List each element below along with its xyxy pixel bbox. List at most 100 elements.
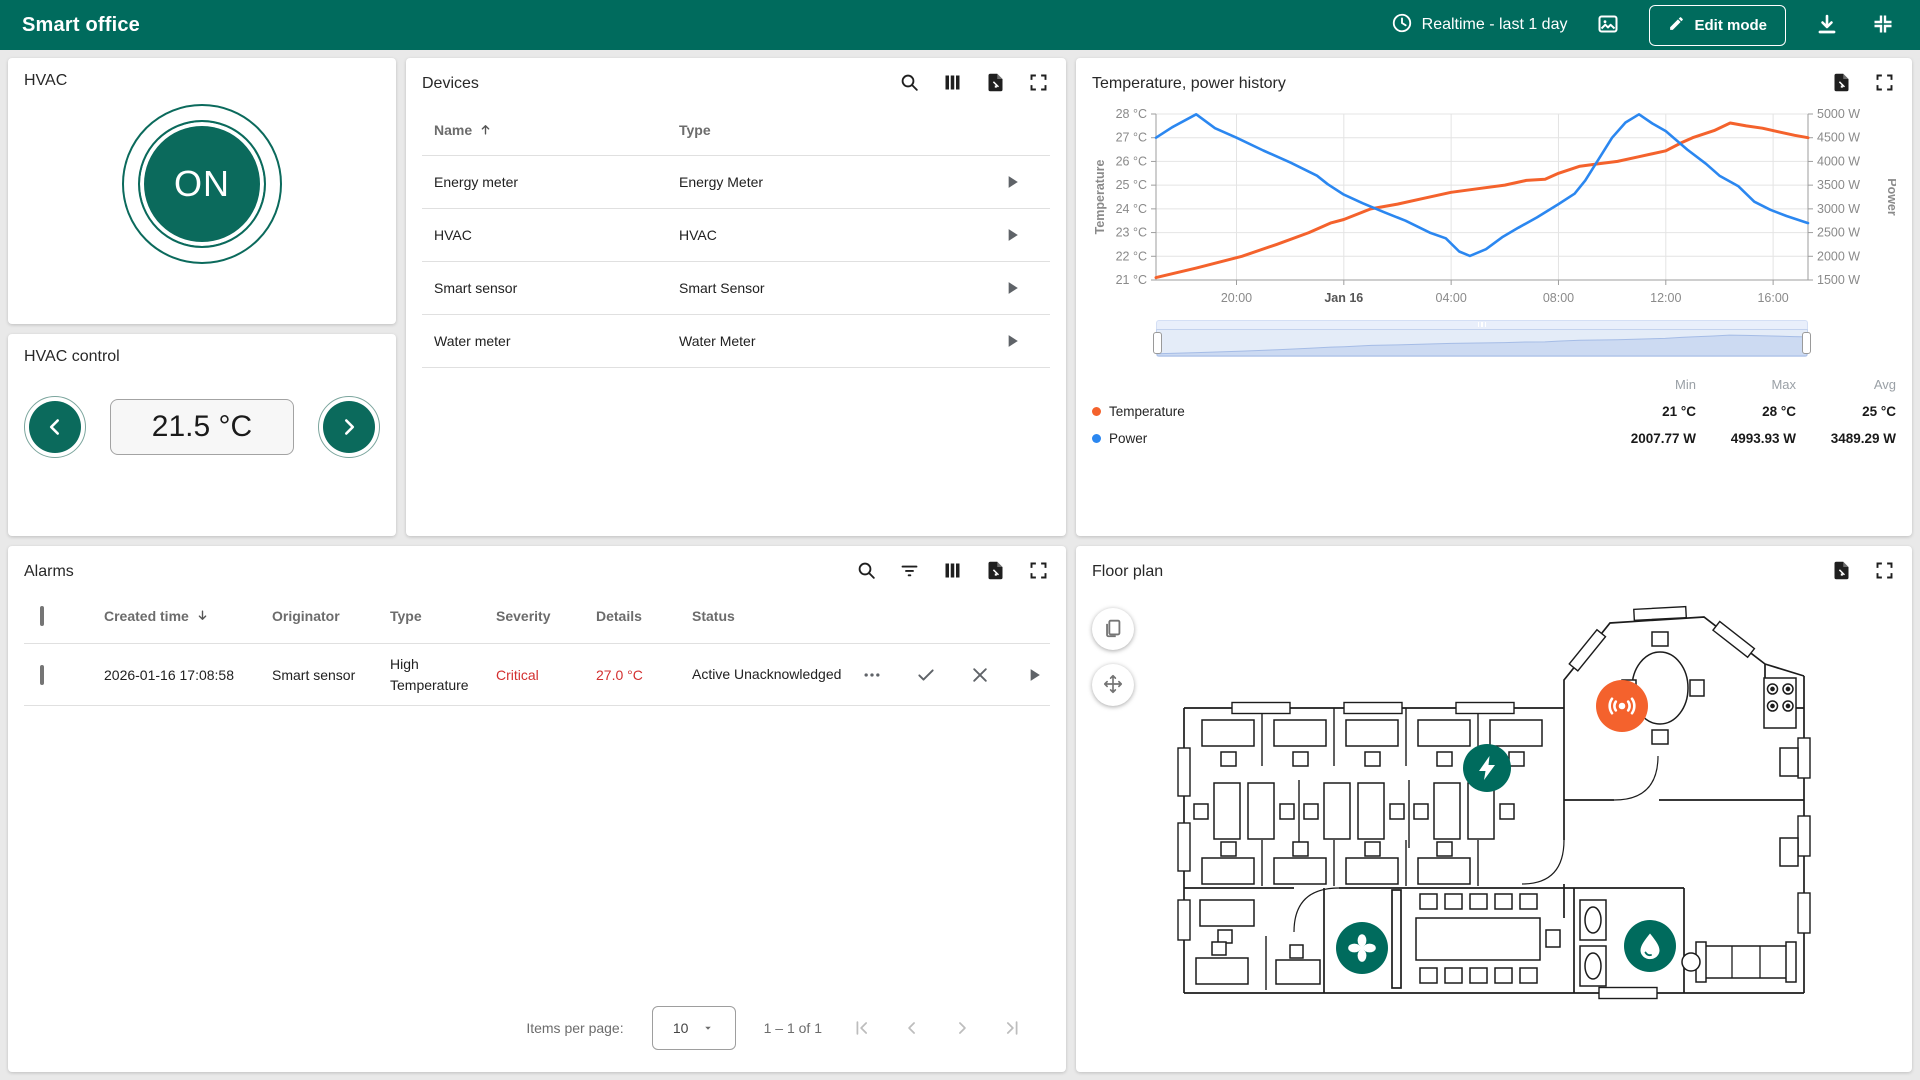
alarms-paginator: Items per page: 10 1 – 1 of 1	[24, 996, 1050, 1058]
items-per-page-select[interactable]: 10	[652, 1006, 736, 1050]
device-play-button[interactable]	[1002, 278, 1022, 298]
export-button[interactable]	[983, 72, 1007, 96]
pager-nav	[850, 1016, 1024, 1040]
alarms-col-status[interactable]: Status	[692, 608, 860, 624]
search-button[interactable]	[854, 560, 878, 584]
slider-preview-area	[1157, 330, 1807, 356]
alarm-close-button[interactable]	[968, 663, 992, 687]
floor-plan-title: Floor plan	[1092, 563, 1163, 581]
devices-toolbar	[897, 72, 1050, 96]
svg-text:Temperature: Temperature	[1093, 160, 1107, 235]
alarm-originator: Smart sensor	[272, 667, 390, 683]
export-button[interactable]	[1829, 72, 1853, 96]
alarm-play-button[interactable]	[1022, 663, 1046, 687]
page-next-button[interactable]	[950, 1016, 974, 1040]
device-row[interactable]: Smart sensorSmart Sensor	[422, 262, 1050, 315]
hvac-control-card: HVAC control 21.5 °C	[8, 334, 396, 536]
devices-sort-name[interactable]: Name	[434, 122, 679, 138]
columns-button[interactable]	[940, 72, 964, 96]
alarms-sort-created-time[interactable]: Created time	[104, 608, 272, 624]
export-icon	[985, 560, 1006, 584]
floor-plan-toolbar	[1829, 560, 1896, 584]
play-icon	[1024, 665, 1044, 685]
slider-grip[interactable]	[1475, 322, 1489, 327]
device-row[interactable]: HVACHVAC	[422, 209, 1050, 262]
device-play-button[interactable]	[1002, 225, 1022, 245]
play-icon	[1002, 331, 1022, 351]
alarms-col-type[interactable]: Type	[390, 608, 496, 624]
items-per-page-label: Items per page:	[526, 1020, 623, 1036]
export-button[interactable]	[983, 560, 1007, 584]
device-play-button[interactable]	[1002, 172, 1022, 192]
export-button[interactable]	[1829, 560, 1853, 584]
timewindow-button[interactable]: Realtime - last 1 day	[1391, 12, 1568, 39]
chart-toolbar	[1829, 72, 1896, 96]
page-first-button[interactable]	[850, 1016, 874, 1040]
device-name: Water meter	[434, 333, 679, 349]
floor-plan-drawing[interactable]	[1144, 588, 1844, 1008]
slider-handle-left[interactable]	[1153, 332, 1162, 354]
time-range-slider[interactable]	[1156, 320, 1808, 357]
smart-sensor-marker[interactable]	[1596, 680, 1648, 732]
device-row[interactable]: Energy meterEnergy Meter	[422, 156, 1050, 209]
dashboard-grid: HVAC ON HVAC control 21.5 °C De	[0, 50, 1920, 1080]
fullscreen-button[interactable]	[1872, 560, 1896, 584]
hvac-power-button[interactable]: ON	[122, 104, 282, 264]
timewindow-label: Realtime - last 1 day	[1422, 16, 1568, 34]
energy-meter-marker[interactable]	[1463, 744, 1511, 792]
svg-text:5000 W: 5000 W	[1817, 107, 1860, 121]
download-button[interactable]	[1812, 10, 1842, 40]
svg-text:2500 W: 2500 W	[1817, 226, 1860, 240]
pan-icon	[1102, 673, 1124, 698]
svg-text:3000 W: 3000 W	[1817, 202, 1860, 216]
arrow-up-icon	[478, 122, 493, 137]
svg-text:23 °C: 23 °C	[1116, 226, 1147, 240]
search-button[interactable]	[897, 72, 921, 96]
alarm-more-button[interactable]	[860, 663, 884, 687]
devices-card-title: Devices	[422, 75, 479, 93]
page-last-button[interactable]	[1000, 1016, 1024, 1040]
first-page-icon	[852, 1018, 872, 1038]
legend-row[interactable]: Temperature21 °C28 °C25 °C	[1092, 398, 1896, 425]
hvac-control-title: HVAC control	[24, 348, 380, 366]
filter-button[interactable]	[897, 560, 921, 584]
alarm-check-button[interactable]	[914, 663, 938, 687]
alarm-severity: Critical	[496, 667, 596, 683]
alarm-row-checkbox[interactable]	[40, 665, 44, 685]
fullscreen-button[interactable]	[1026, 72, 1050, 96]
alarm-row[interactable]: 2026-01-16 17:08:58Smart sensorHigh Temp…	[24, 644, 1050, 706]
fullscreen-button[interactable]	[1872, 72, 1896, 96]
decrease-temperature-button[interactable]	[24, 396, 86, 458]
increase-temperature-button[interactable]	[318, 396, 380, 458]
device-row[interactable]: Water meterWater Meter	[422, 315, 1050, 368]
alarms-col-severity[interactable]: Severity	[496, 608, 596, 624]
legend-row[interactable]: Power2007.77 W4993.93 W3489.29 W	[1092, 425, 1896, 452]
svg-text:21 °C: 21 °C	[1116, 273, 1147, 287]
slider-handle-right[interactable]	[1802, 332, 1811, 354]
device-play-button[interactable]	[1002, 331, 1022, 351]
pan-button[interactable]	[1092, 664, 1134, 706]
collapse-icon-button[interactable]	[1868, 10, 1898, 40]
more-icon	[862, 665, 882, 685]
alarms-col-originator[interactable]: Originator	[272, 608, 390, 624]
water-meter-marker[interactable]	[1624, 920, 1676, 972]
alarms-table-body: 2026-01-16 17:08:58Smart sensorHigh Temp…	[24, 644, 1050, 996]
edit-mode-button[interactable]: Edit mode	[1649, 5, 1786, 46]
play-icon	[1002, 225, 1022, 245]
hvac-marker[interactable]	[1336, 922, 1388, 974]
screenshot-button[interactable]	[1593, 10, 1623, 40]
legend-series-name: Power	[1109, 431, 1147, 446]
alarm-type: High Temperature	[390, 654, 496, 695]
device-type: Smart Sensor	[679, 280, 1002, 296]
devices-col-type[interactable]: Type	[679, 122, 1002, 138]
map-layers-button[interactable]	[1092, 608, 1134, 650]
chevron-left-icon	[29, 401, 81, 453]
columns-button[interactable]	[940, 560, 964, 584]
fullscreen-button[interactable]	[1026, 560, 1050, 584]
page-prev-button[interactable]	[900, 1016, 924, 1040]
fullscreen-icon	[1028, 560, 1049, 584]
alarms-col-details[interactable]: Details	[596, 608, 692, 624]
alarms-table-header: Created time Originator Type Severity De…	[24, 588, 1050, 644]
temperature-setpoint: 21.5 °C	[110, 399, 294, 455]
select-all-checkbox[interactable]	[40, 606, 44, 626]
